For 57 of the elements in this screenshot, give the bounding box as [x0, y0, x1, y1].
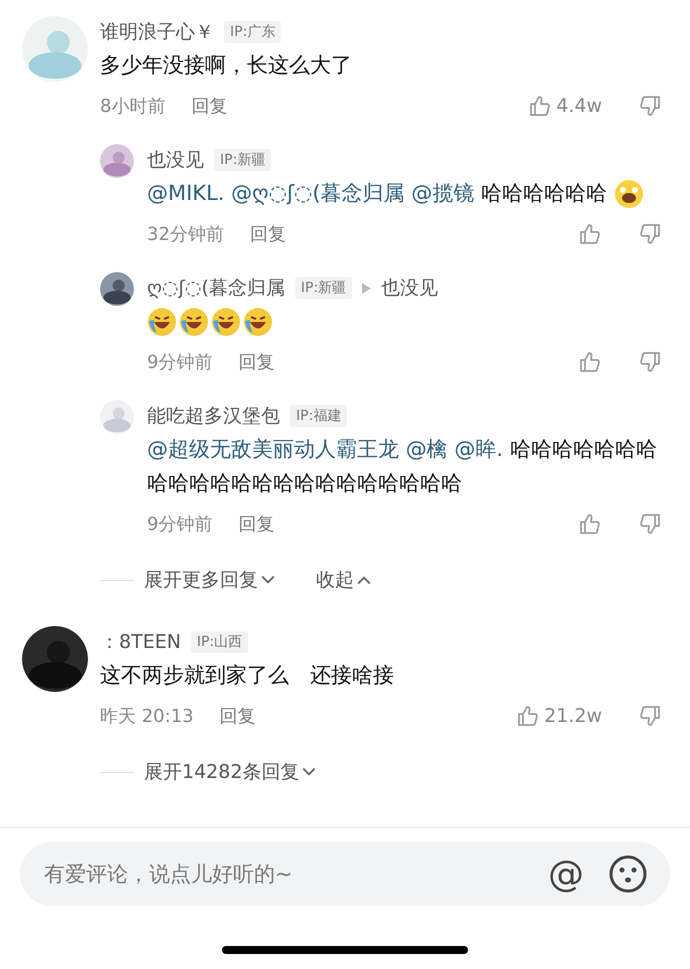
like-count: 21.2w — [544, 705, 602, 727]
dislike-icon[interactable] — [638, 512, 662, 536]
laughing-tears-emoji-icon — [211, 307, 241, 338]
comment-time: 32分钟前 — [147, 223, 224, 246]
laughing-tears-emoji-icon — [243, 307, 273, 338]
like-icon[interactable] — [578, 222, 602, 246]
comment-time: 8小时前 — [100, 95, 166, 118]
mention-link[interactable]: @超级无敌美丽动人霸王龙 — [147, 437, 399, 461]
ip-location: IP:广东 — [224, 21, 282, 43]
ip-location: IP:新疆 — [294, 277, 352, 299]
like-count: 4.4w — [556, 95, 602, 117]
like-icon[interactable] — [578, 350, 602, 374]
dislike-icon[interactable] — [638, 704, 662, 728]
mention-button[interactable]: @ — [548, 854, 584, 894]
chevron-down-icon — [260, 574, 276, 586]
emoji-icon[interactable] — [608, 854, 648, 894]
username[interactable]: ：8TEEN — [100, 629, 181, 655]
chevron-down-icon — [301, 766, 318, 778]
mention-link[interactable]: @ღ◌ʃ◌(暮念归属 — [231, 181, 405, 205]
dislike-icon[interactable] — [638, 222, 662, 246]
reply-link[interactable]: 回复 — [191, 94, 228, 118]
like-icon[interactable] — [528, 94, 552, 118]
laughing-tears-emoji-icon — [179, 307, 209, 338]
mention-link[interactable]: @MIKL. — [147, 181, 224, 205]
reply-link[interactable]: 回复 — [250, 222, 286, 246]
ip-location: IP:山西 — [190, 631, 248, 653]
comment-time: 9分钟前 — [147, 351, 212, 374]
mention-link[interactable]: @眸. — [454, 437, 504, 461]
username[interactable]: 能吃超多汉堡包 — [147, 403, 280, 429]
ip-location: IP:新疆 — [214, 149, 272, 171]
mention-link[interactable]: @揽镜 — [411, 181, 474, 205]
laughing-tears-emoji-icon — [147, 307, 177, 338]
mention-link[interactable]: @檎 — [406, 437, 448, 461]
like-icon[interactable] — [516, 704, 540, 728]
comment-input[interactable]: 有爱评论，说点儿好听的~ @ — [20, 842, 670, 906]
reply-link[interactable]: 回复 — [220, 704, 256, 728]
comment-time: 昨天 20:13 — [100, 705, 194, 728]
comment-text: @MIKL. @ღ◌ʃ◌(暮念归属 @揽镜 哈哈哈哈哈哈 — [147, 176, 690, 210]
reply-link[interactable]: 回复 — [238, 350, 274, 374]
expand-replies-link[interactable]: 展开14282条回复 — [144, 759, 318, 785]
comment-text: 这不两步就到家了么 还接啥接 — [100, 662, 395, 689]
chevron-up-icon — [356, 574, 372, 586]
dislike-icon[interactable] — [638, 350, 662, 374]
expand-replies-link[interactable]: 展开更多回复 — [144, 567, 276, 593]
comment-time: 9分钟前 — [147, 513, 212, 536]
comment-text: 多少年没接啊，长这么大了 — [100, 52, 353, 79]
dislike-icon[interactable] — [638, 94, 662, 118]
comment-text: @超级无敌美丽动人霸王龙 @檎 @眸. 哈哈哈哈哈哈哈哈哈哈哈哈哈哈哈哈哈哈哈哈哈哈 — [147, 436, 658, 497]
reply-arrow-icon — [362, 282, 372, 294]
ip-location: IP:福建 — [290, 405, 348, 427]
reply-link[interactable]: 回复 — [238, 512, 274, 536]
like-icon[interactable] — [578, 512, 602, 536]
username[interactable]: 谁明浪子心￥ — [100, 19, 214, 45]
username[interactable]: 也没见 — [147, 147, 204, 173]
collapse-link[interactable]: 收起 — [316, 567, 372, 593]
username[interactable]: ღ◌ʃ◌(暮念归属 — [147, 275, 285, 301]
reply-target[interactable]: 也没见 — [381, 275, 438, 301]
